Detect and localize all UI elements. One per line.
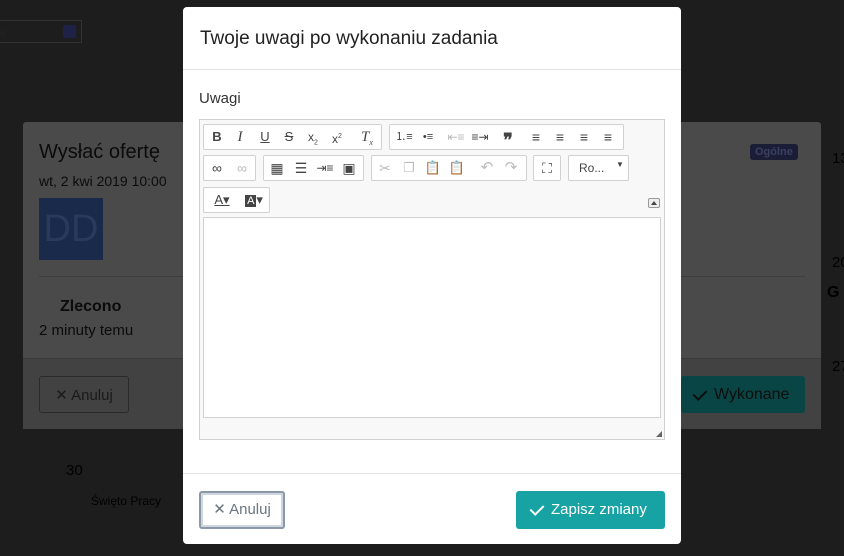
task-time-ago: 2 minuty temu [39,322,134,339]
unlink-icon[interactable]: ∞ [231,156,253,180]
align-center-icon[interactable]: ≡ [549,125,571,149]
align-right-icon[interactable]: ≡ [573,125,595,149]
category-badge: Ogólne [750,144,798,160]
calendar-day-30: 30 [66,462,83,479]
close-icon: ✕ [213,501,226,518]
avatar: DD [39,198,103,260]
card-done-button: Wykonane [681,376,805,413]
font-select-value: Ro... [579,161,605,175]
remove-format-icon[interactable]: Tx [356,125,378,149]
calendar-event-chip: ę [0,20,82,43]
editor-content-area[interactable] [203,217,661,418]
align-left-icon[interactable]: ≡ [525,125,547,149]
image-icon[interactable]: ▣ [338,156,360,180]
toolbar-group-paragraph: ⒈≡ •≡ ⇤≡ ≡⇥ ❞ ≡ ≡ ≡ ≡ [389,124,624,150]
modal-title: Twoje uwagi po wykonaniu zadania [200,28,498,49]
font-select[interactable]: Ro... ▼ [568,155,629,181]
page-break-icon[interactable]: ⇥≡ [314,156,336,180]
toolbar-group-clipboard: ✂ ❐ 📋 📋 ↶ ↷ [371,155,527,181]
subscript-icon[interactable]: x2 [302,125,324,149]
undo-icon[interactable]: ↶ [476,156,498,180]
resize-handle-icon[interactable] [656,431,662,437]
indent-icon[interactable]: ≡⇥ [469,125,491,149]
modal-footer: ✕ Anuluj Zapisz zmiany [183,473,681,545]
bulleted-list-icon[interactable]: •≡ [417,125,439,149]
task-title: Wysłać ofertę [39,141,160,163]
card-cancel-button: ✕ Anuluj [39,376,129,413]
card-cancel-label: Anuluj [71,387,113,404]
save-button-label: Zapisz zmiany [551,501,647,518]
toolbar-group-colors: A▾ A ▾ [203,187,270,213]
horizontal-line-icon[interactable]: ☰ [290,156,312,180]
task-date: wt, 2 kwi 2019 10:00 [39,173,167,189]
event-color-square [63,25,76,38]
calendar-event-letter: G [827,284,840,301]
task-status: Zlecono [60,298,122,315]
toolbar-group-links: ∞ ∞ [203,155,256,181]
notes-label: Uwagi [199,90,241,107]
copy-icon[interactable]: ❐ [398,156,420,180]
calendar-day-27: 27 [832,358,844,375]
modal-header: Twoje uwagi po wykonaniu zadania [183,7,681,70]
numbered-list-icon[interactable]: ⒈≡ [393,125,415,149]
text-color-icon[interactable]: A▾ [208,188,236,212]
background-color-icon[interactable]: A ▾ [240,188,268,212]
toolbar-group-insert: ▦ ☰ ⇥≡ ▣ [263,155,364,181]
table-icon[interactable]: ▦ [266,156,288,180]
rich-text-editor: B I U S x2 x2 Tx ⒈≡ •≡ ⇤≡ ≡⇥ ❞ ≡ ≡ ≡ ≡ ∞… [199,119,665,440]
close-icon: ✕ [55,387,68,404]
link-icon[interactable]: ∞ [206,156,228,180]
superscript-icon[interactable]: x2 [326,125,348,149]
calendar-event-text: ę [0,25,7,39]
blockquote-icon[interactable]: ❞ [497,125,519,150]
italic-icon[interactable]: I [229,125,251,149]
toolbar-group-tools: ⛶ [533,155,561,181]
check-icon [529,501,545,516]
cut-icon[interactable]: ✂ [374,156,396,180]
strikethrough-icon[interactable]: S [278,125,300,149]
paste-text-icon[interactable]: 📋 [446,156,468,180]
collapse-toolbar-icon[interactable] [648,198,660,208]
toolbar-group-basicstyles: B I U S x2 x2 Tx [203,124,382,150]
maximize-icon[interactable]: ⛶ [536,156,558,180]
redo-icon[interactable]: ↷ [500,156,522,180]
paste-icon[interactable]: 📋 [422,156,444,180]
notes-modal: Twoje uwagi po wykonaniu zadania Uwagi B… [183,7,681,544]
cancel-button[interactable]: ✕ Anuluj [199,491,285,529]
align-justify-icon[interactable]: ≡ [597,125,619,149]
cancel-button-label: Anuluj [229,501,271,518]
card-done-label: Wykonane [714,386,790,403]
underline-icon[interactable]: U [254,125,276,149]
calendar-holiday-label: Święto Pracy [91,494,162,508]
check-icon [692,386,708,401]
save-button[interactable]: Zapisz zmiany [516,491,665,529]
calendar-day-20: 20 [832,254,844,271]
chevron-down-icon: ▼ [616,160,624,169]
calendar-day-13: 13 [832,150,844,167]
bold-icon[interactable]: B [206,125,228,149]
outdent-icon[interactable]: ⇤≡ [445,125,467,149]
